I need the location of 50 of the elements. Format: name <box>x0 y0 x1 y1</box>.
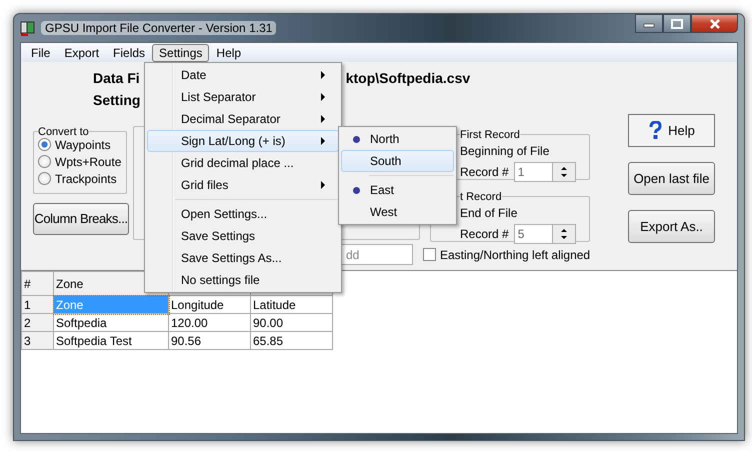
row-header[interactable]: 2 <box>22 314 54 332</box>
help-button[interactable]: Help <box>628 114 715 147</box>
table-cell[interactable]: Latitude <box>250 296 332 314</box>
menu-item[interactable]: Open Settings... <box>147 203 339 225</box>
table-cell[interactable]: Softpedia <box>54 314 168 332</box>
row-header[interactable]: 3 <box>22 332 54 350</box>
table-cell[interactable]: 120.00 <box>168 314 250 332</box>
radio-label: End of File <box>460 206 518 220</box>
menu-item[interactable]: List Separator <box>147 86 339 108</box>
table-cell[interactable]: 90.00 <box>250 314 332 332</box>
menu-item[interactable]: File <box>24 44 58 62</box>
column-breaks-button[interactable]: Column Breaks... <box>33 202 129 235</box>
column-header[interactable]: # <box>22 272 54 296</box>
radio-label: Beginning of File <box>460 144 550 158</box>
menu-item[interactable]: Settings <box>152 44 210 62</box>
menu-item[interactable]: Save Settings <box>147 225 339 247</box>
radio-label: Trackpoints <box>55 172 117 186</box>
menu-item[interactable]: Save Settings As... <box>147 247 339 269</box>
checkbox-label: Easting/Northing left aligned <box>440 248 590 262</box>
group-title: t Record <box>460 190 502 203</box>
table-cell[interactable]: 65.85 <box>250 332 332 350</box>
settings-label: Setting <box>93 92 140 108</box>
menu-item[interactable]: Help <box>209 44 248 62</box>
data-file-path: ktop\Softpedia.csv <box>346 70 470 86</box>
menu-item[interactable]: Sign Lat/Long (+ is) <box>147 130 339 152</box>
group-title: Convert to <box>38 126 89 138</box>
group-title: First Record <box>460 128 520 141</box>
menu-item[interactable]: Grid decimal place ... <box>147 152 339 174</box>
data-file-label: Data Fi <box>93 70 140 86</box>
menu-item[interactable]: Fields <box>106 44 152 62</box>
menu-item[interactable]: North <box>341 128 454 150</box>
table-cell[interactable]: Longitude <box>168 296 250 314</box>
radio-label: Record # <box>460 226 509 241</box>
menu-item[interactable]: East <box>341 179 454 201</box>
menu-item[interactable]: Export <box>57 44 106 62</box>
action-button[interactable]: Open last file <box>628 162 715 195</box>
table-cell[interactable]: Softpedia Test <box>54 332 168 350</box>
menu-item[interactable]: Grid files <box>147 174 339 196</box>
radio-label: Wpts+Route <box>55 154 122 169</box>
radio-label: Waypoints <box>55 138 111 152</box>
row-header[interactable]: 1 <box>22 296 54 314</box>
table-cell[interactable]: 90.56 <box>168 332 250 350</box>
menu-item[interactable]: Decimal Separator <box>147 108 339 130</box>
menu-item[interactable]: West <box>341 201 454 223</box>
window-title: GPSU Import File Converter - Version 1.31 <box>41 21 276 35</box>
radio-label: Record # <box>460 164 509 179</box>
menu-item[interactable]: South <box>341 150 454 172</box>
menu-item[interactable]: Date <box>147 64 339 86</box>
action-button[interactable]: Export As.. <box>628 210 715 243</box>
format-field[interactable]: dd <box>341 244 413 265</box>
